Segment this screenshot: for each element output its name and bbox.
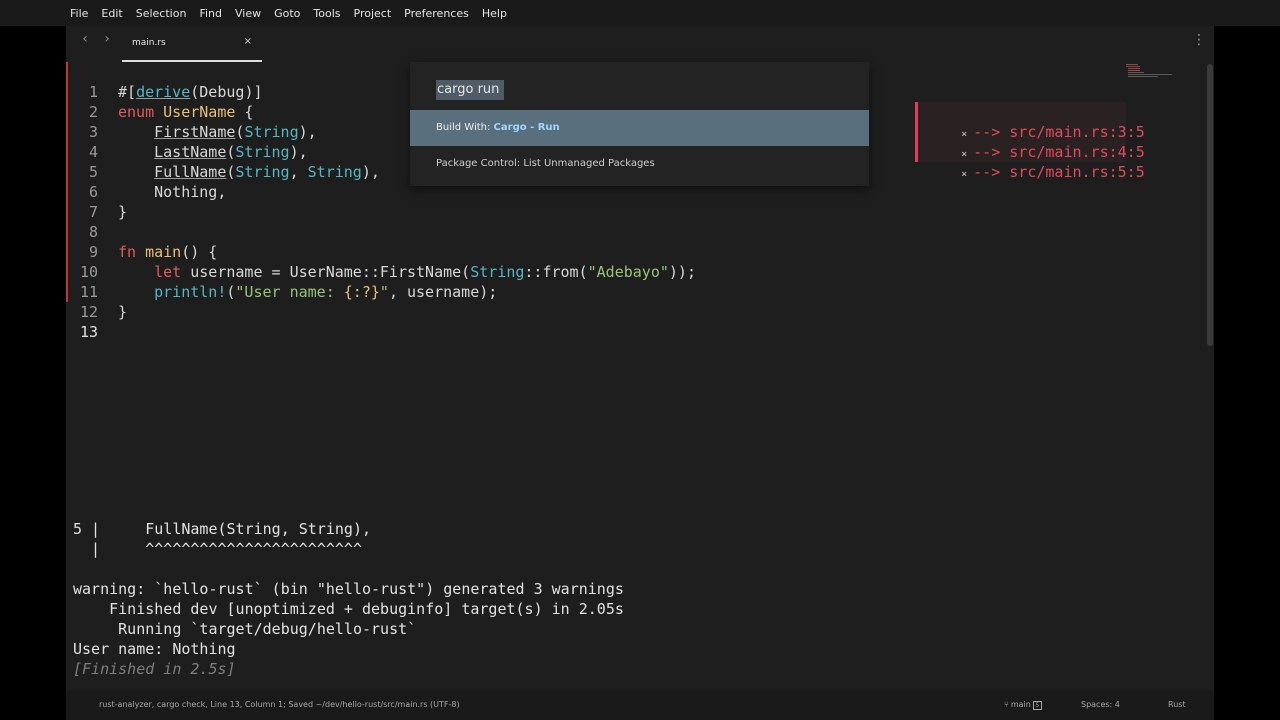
command-palette: Build With: Cargo - Run Package Control:… xyxy=(410,62,869,186)
menu-project[interactable]: Project xyxy=(354,7,392,20)
code-line: 12} xyxy=(66,282,127,321)
palette-item-match: Cargo - Run xyxy=(493,122,560,133)
tab-main-rs[interactable]: main.rs × xyxy=(122,26,262,62)
output-line: Running `target/debug/hello-rust` xyxy=(73,620,417,638)
indentation-status[interactable]: Spaces: 4 xyxy=(1081,700,1120,709)
status-message: rust-analyzer, cargo check, Line 13, Col… xyxy=(99,700,460,709)
menu-selection[interactable]: Selection xyxy=(136,7,187,20)
git-branch-icon: ⑂ xyxy=(1004,700,1009,709)
output-line: User name: Nothing xyxy=(73,640,236,658)
code-line: 9 fn main() { xyxy=(66,222,217,261)
menu-tools[interactable]: Tools xyxy=(313,7,340,20)
tab-label: main.rs xyxy=(132,38,166,48)
changes-badge: 5 xyxy=(1032,701,1042,710)
code-line: 2 enum UserName { xyxy=(66,82,254,121)
minimap[interactable] xyxy=(1124,62,1176,84)
diagnostic-row[interactable]: × --> src/main.rs:4:5 xyxy=(925,122,1145,161)
code-line: 7} xyxy=(66,182,127,221)
diagnostic-row[interactable]: × --> src/main.rs:5:5 xyxy=(925,142,1145,181)
diagnostic-row[interactable]: × --> src/main.rs:3:5 xyxy=(925,102,1145,141)
branch-name: main xyxy=(1010,700,1031,709)
diagnostics-panel: × --> src/main.rs:3:5 × --> src/main.rs:4:… xyxy=(915,102,1145,181)
code-line: 1 #[derive(Debug)] xyxy=(66,62,263,101)
code-line: 10 let username = UserName::FirstName(St… xyxy=(66,242,696,281)
diagnostic-text: --> src/main.rs:5:5 xyxy=(973,163,1145,181)
status-bar: rust-analyzer, cargo check, Line 13, Col… xyxy=(66,690,1214,720)
menu-view[interactable]: View xyxy=(235,7,261,20)
output-line: Finished dev [unoptimized + debuginfo] t… xyxy=(73,600,624,618)
syntax-status[interactable]: Rust xyxy=(1168,700,1186,709)
error-icon: × xyxy=(961,169,968,180)
code-line: 4 LastName(String), xyxy=(66,122,308,161)
output-line: warning: `hello-rust` (bin "hello-rust")… xyxy=(73,580,624,598)
code-line: 13 xyxy=(66,302,102,341)
menu-goto[interactable]: Goto xyxy=(274,7,300,20)
output-line: | ^^^^^^^^^^^^^^^^^^^^^^^^ xyxy=(73,540,362,558)
palette-item-label: Package Control: List Unmanaged Packages xyxy=(436,158,655,169)
build-output-panel: 5 | FullName(String, String), | ^^^^^^^^… xyxy=(66,512,1214,690)
line-number: 13 xyxy=(79,323,98,341)
back-arrow-icon[interactable]: ‹ xyxy=(78,30,92,48)
code-line: 6 Nothing, xyxy=(66,162,226,201)
palette-item-build-with-cargo-run[interactable]: Build With: Cargo - Run xyxy=(410,110,869,146)
code-line: 5 FullName(String, String), xyxy=(66,142,380,181)
editor-scrollbar[interactable] xyxy=(1207,64,1213,346)
code-line: 11 println!("User name: {:?}", username)… xyxy=(66,262,497,301)
close-icon[interactable]: × xyxy=(244,36,252,47)
output-line: [Finished in 2.5s] xyxy=(73,660,236,678)
output-line: 5 | FullName(String, String), xyxy=(73,520,372,538)
command-palette-input[interactable] xyxy=(436,80,504,100)
menu-bar: File Edit Selection Find View Goto Tools… xyxy=(0,0,1280,26)
menu-help[interactable]: Help xyxy=(482,7,507,20)
palette-item-list-unmanaged-packages[interactable]: Package Control: List Unmanaged Packages xyxy=(410,146,869,182)
menu-edit[interactable]: Edit xyxy=(101,7,122,20)
code-line: 3 FirstName(String), xyxy=(66,102,317,141)
forward-arrow-icon[interactable]: › xyxy=(100,30,114,48)
menu-preferences[interactable]: Preferences xyxy=(404,7,469,20)
code-line: 8 xyxy=(66,202,102,241)
palette-item-prefix: Build With: xyxy=(436,122,494,133)
git-branch-status[interactable]: ⑂ main 5 xyxy=(1004,700,1042,710)
tab-bar: ‹ › main.rs × ⋮ xyxy=(66,26,1214,62)
more-options-icon[interactable]: ⋮ xyxy=(1192,32,1206,48)
menu-file[interactable]: File xyxy=(70,7,88,20)
menu-find[interactable]: Find xyxy=(199,7,222,20)
